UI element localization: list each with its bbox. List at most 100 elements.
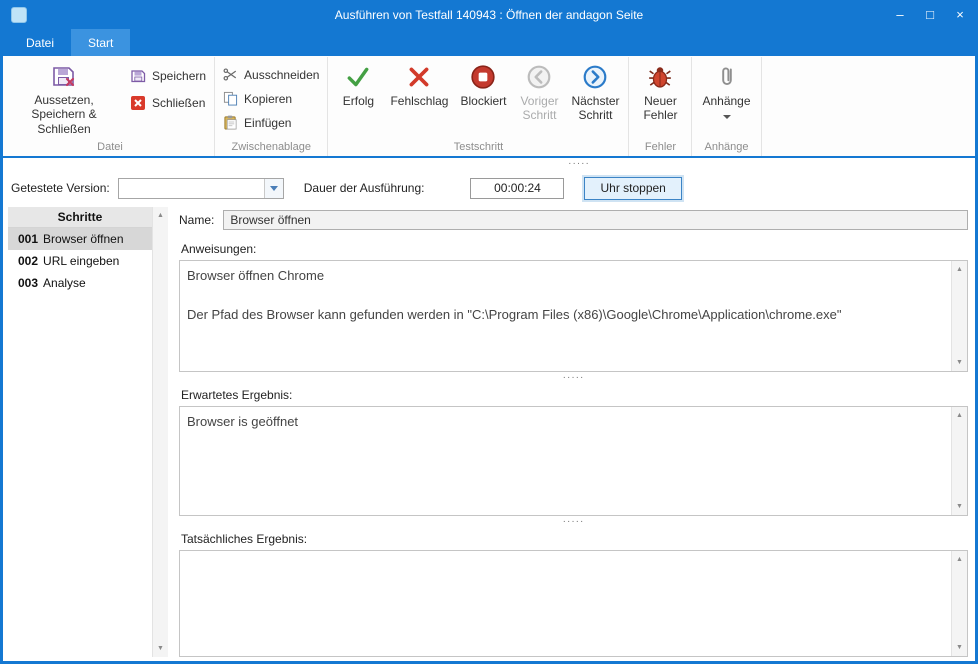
- copy-icon: [223, 91, 238, 106]
- step-item-003[interactable]: 003 Analyse: [8, 272, 152, 294]
- paste-button[interactable]: Einfügen: [220, 114, 294, 131]
- actual-result-scrollbar[interactable]: ▲ ▼: [951, 551, 967, 656]
- maximize-button[interactable]: □: [915, 0, 945, 29]
- step-detail: Name: Browser öffnen Anweisungen: Browse…: [179, 207, 969, 657]
- close-button[interactable]: ×: [945, 0, 975, 29]
- attachments-label: Anhänge: [702, 95, 750, 109]
- actual-result-textarea[interactable]: ▲ ▼: [179, 550, 968, 657]
- instructions-scrollbar[interactable]: ▲ ▼: [951, 261, 967, 371]
- scroll-down-icon[interactable]: ▼: [956, 639, 963, 656]
- name-field[interactable]: Browser öffnen: [223, 210, 968, 230]
- previous-step-label: Voriger Schritt: [518, 95, 560, 123]
- fail-label: Fehlschlag: [390, 95, 448, 109]
- instructions-label: Anweisungen:: [181, 242, 968, 256]
- expected-result-scrollbar[interactable]: ▲ ▼: [951, 407, 967, 515]
- duration-field[interactable]: 00:00:24: [470, 178, 564, 199]
- group-caption-fehler: Fehler: [634, 140, 686, 156]
- chevron-down-icon: [270, 186, 278, 191]
- copy-label: Kopieren: [244, 92, 292, 106]
- blocked-button[interactable]: Blockiert: [455, 59, 511, 109]
- group-caption-datei: Datei: [11, 140, 209, 156]
- app-window: Ausführen von Testfall 140943 : Öffnen d…: [0, 0, 978, 664]
- close-ribbon-button[interactable]: Schließen: [127, 94, 209, 112]
- copy-button[interactable]: Kopieren: [220, 90, 295, 107]
- name-label: Name:: [179, 213, 214, 227]
- step-number: 001: [18, 232, 38, 246]
- save-button[interactable]: Speichern: [127, 67, 209, 85]
- scroll-down-icon[interactable]: ▼: [956, 354, 963, 371]
- group-caption-anhaenge: Anhänge: [697, 140, 755, 156]
- ribbon-group-anhaenge: Anhänge Anhänge: [692, 57, 761, 156]
- group-caption-testschritt: Testschritt: [333, 140, 623, 156]
- step-label: URL eingeben: [43, 254, 119, 268]
- save-label: Speichern: [152, 69, 206, 83]
- cut-label: Ausschneiden: [244, 68, 319, 82]
- ribbon-tabs: Datei Start: [3, 29, 975, 56]
- suspend-save-close-button[interactable]: Aussetzen, Speichern & Schließen: [11, 59, 117, 136]
- new-error-button[interactable]: Neuer Fehler: [634, 59, 686, 123]
- suspend-save-close-label: Aussetzen, Speichern & Schließen: [13, 93, 115, 136]
- paste-label: Einfügen: [244, 116, 291, 130]
- tab-start[interactable]: Start: [71, 29, 130, 56]
- tested-version-value[interactable]: [119, 179, 264, 198]
- tab-datei[interactable]: Datei: [9, 29, 71, 56]
- cut-button[interactable]: Ausschneiden: [220, 66, 322, 83]
- fail-button[interactable]: Fehlschlag: [385, 59, 453, 109]
- step-item-002[interactable]: 002 URL eingeben: [8, 250, 152, 272]
- success-button[interactable]: Erfolg: [333, 59, 383, 109]
- tested-version-label: Getestete Version:: [11, 181, 110, 195]
- ribbon-group-fehler: Neuer Fehler Fehler: [629, 57, 692, 156]
- horizontal-splitter[interactable]: ·····: [179, 516, 968, 529]
- scroll-up-icon[interactable]: ▲: [956, 261, 963, 278]
- close-label: Schließen: [152, 96, 205, 110]
- actual-result-label: Tatsächliches Ergebnis:: [181, 532, 968, 546]
- expected-result-text[interactable]: Browser is geöffnet: [180, 407, 951, 515]
- red-x-icon: [406, 64, 432, 90]
- horizontal-splitter[interactable]: ·····: [3, 158, 975, 172]
- next-step-button[interactable]: Nächster Schritt: [567, 59, 623, 123]
- scroll-down-icon[interactable]: ▼: [956, 498, 963, 515]
- actual-result-text[interactable]: [180, 551, 951, 656]
- scissors-icon: [223, 67, 238, 82]
- step-label: Browser öffnen: [43, 232, 124, 246]
- window-title: Ausführen von Testfall 140943 : Öffnen d…: [3, 8, 975, 22]
- scroll-down-icon[interactable]: ▼: [157, 640, 164, 657]
- minimize-button[interactable]: –: [885, 0, 915, 29]
- scroll-up-icon[interactable]: ▲: [157, 207, 164, 224]
- attachments-dropdown-caret-icon: [723, 115, 731, 119]
- attachments-button[interactable]: Anhänge: [697, 59, 755, 119]
- success-label: Erfolg: [343, 95, 374, 109]
- tested-version-combobox[interactable]: [118, 178, 284, 199]
- step-number: 003: [18, 276, 38, 290]
- steps-panel: Schritte 001 Browser öffnen 002 URL eing…: [8, 207, 168, 657]
- close-red-icon: [130, 95, 146, 111]
- steps-list: Schritte 001 Browser öffnen 002 URL eing…: [8, 207, 152, 657]
- expected-result-label: Erwartetes Ergebnis:: [181, 388, 968, 402]
- duration-label: Dauer der Ausführung:: [304, 181, 425, 195]
- stop-clock-button[interactable]: Uhr stoppen: [584, 177, 681, 200]
- circle-arrow-left-icon: [526, 64, 552, 90]
- steps-header: Schritte: [8, 207, 152, 228]
- ribbon-group-testschritt: Erfolg Fehlschlag: [328, 57, 629, 156]
- instructions-textarea[interactable]: Browser öffnen Chrome Der Pfad des Brows…: [179, 260, 968, 372]
- step-number: 002: [18, 254, 38, 268]
- group-caption-zwischenablage: Zwischenablage: [220, 140, 322, 156]
- step-item-001[interactable]: 001 Browser öffnen: [8, 228, 152, 250]
- bug-icon: [647, 64, 673, 90]
- paperclip-icon: [714, 64, 740, 90]
- scroll-up-icon[interactable]: ▲: [956, 407, 963, 424]
- horizontal-splitter[interactable]: ·····: [179, 372, 968, 385]
- instructions-text[interactable]: Browser öffnen Chrome Der Pfad des Brows…: [180, 261, 951, 371]
- ribbon-group-datei: Aussetzen, Speichern & Schließen Speiche…: [6, 57, 215, 156]
- main-area: Schritte 001 Browser öffnen 002 URL eing…: [3, 204, 975, 661]
- ribbon-group-zwischenablage: Ausschneiden Kopieren: [215, 57, 328, 156]
- steps-scrollbar[interactable]: ▲ ▼: [152, 207, 168, 657]
- tested-version-dropdown-button[interactable]: [264, 179, 283, 198]
- expected-result-textarea[interactable]: Browser is geöffnet ▲ ▼: [179, 406, 968, 516]
- step-label: Analyse: [43, 276, 86, 290]
- ribbon: Aussetzen, Speichern & Schließen Speiche…: [3, 56, 975, 158]
- paste-icon: [223, 115, 238, 130]
- app-icon[interactable]: [11, 7, 27, 23]
- save-icon: [130, 68, 146, 84]
- scroll-up-icon[interactable]: ▲: [956, 551, 963, 568]
